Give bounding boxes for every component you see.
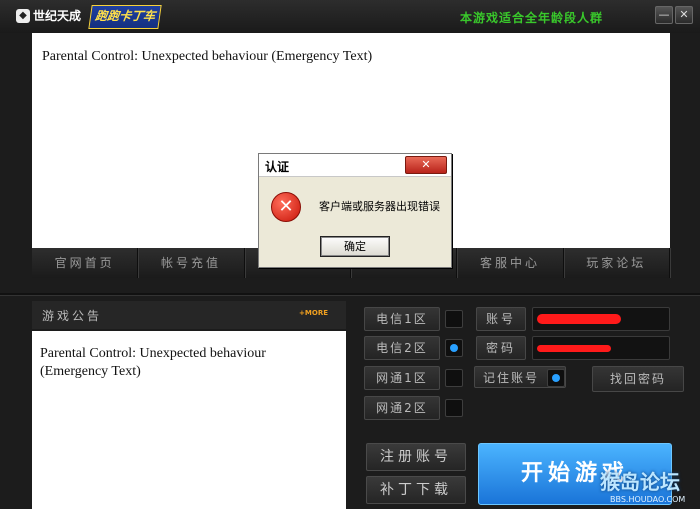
tiancity-logo-icon: ◆ — [16, 8, 30, 23]
nav-home[interactable]: 官网首页 — [32, 248, 139, 278]
brand-name: 世纪天成 — [33, 9, 82, 23]
more-link[interactable]: +MORE — [299, 309, 328, 317]
notice-title: 游戏公告 — [42, 309, 103, 323]
account-redaction — [537, 314, 621, 324]
patch-download-button[interactable]: 补丁下载 — [366, 476, 466, 504]
server-netcom-1-radio[interactable] — [445, 369, 463, 387]
close-button[interactable]: ✕ — [675, 6, 693, 24]
account-input[interactable] — [532, 307, 670, 331]
account-label: 账号 — [476, 307, 526, 331]
age-notice: 本游戏适合全年龄段人群 — [460, 11, 604, 25]
dialog-close-button[interactable]: ✕ — [405, 156, 447, 174]
password-label: 密码 — [476, 336, 526, 360]
password-redaction — [537, 345, 611, 352]
nav-recharge[interactable]: 帐号充值 — [138, 248, 245, 278]
notice-message: Parental Control: Unexpected behaviour (… — [40, 346, 266, 379]
server-netcom-1[interactable]: 网通1区 — [364, 366, 440, 390]
title-bar: ◆ 世纪天成 跑跑卡丁车 本游戏适合全年龄段人群 — ✕ — [0, 0, 700, 33]
section-divider — [0, 293, 700, 295]
server-telecom-1[interactable]: 电信1区 — [364, 307, 440, 331]
server-telecom-2[interactable]: 电信2区 — [364, 336, 440, 360]
forum-watermark-url: BBS.HOUDAO.COM — [610, 495, 686, 504]
launcher-window: ◆ 世纪天成 跑跑卡丁车 本游戏适合全年龄段人群 — ✕ Parental Co… — [0, 0, 700, 509]
server-netcom-2[interactable]: 网通2区 — [364, 396, 440, 420]
password-input[interactable] — [532, 336, 670, 360]
nav-support[interactable]: 客服中心 — [457, 248, 564, 278]
auth-error-dialog: 认证 ✕ ✕ 客户端或服务器出现错误 确定 — [258, 153, 452, 268]
server-netcom-2-radio[interactable] — [445, 399, 463, 417]
server-telecom-1-radio[interactable] — [445, 310, 463, 328]
error-icon: ✕ — [271, 192, 301, 222]
nav-forum[interactable]: 玩家论坛 — [564, 248, 670, 278]
register-button[interactable]: 注册账号 — [366, 443, 466, 471]
minimize-button[interactable]: — — [655, 6, 673, 24]
news-message: Parental Control: Unexpected behaviour (… — [42, 49, 373, 64]
remember-account-label: 记住账号 — [483, 371, 540, 385]
notice-header: 游戏公告 +MORE — [32, 301, 346, 329]
forum-watermark: 猴岛论坛 — [600, 470, 680, 494]
find-password-button[interactable]: 找回密码 — [592, 366, 684, 392]
brand-logo: ◆ 世纪天成 — [16, 7, 81, 24]
remember-account-toggle[interactable] — [547, 369, 565, 387]
server-telecom-2-radio[interactable] — [445, 339, 463, 357]
dialog-title-bar: 认证 ✕ — [259, 154, 451, 177]
notice-panel: Parental Control: Unexpected behaviour (… — [32, 331, 346, 509]
dialog-title: 认证 — [265, 160, 290, 174]
dialog-ok-button[interactable]: 确定 — [320, 236, 390, 257]
dialog-message: 客户端或服务器出现错误 — [319, 200, 440, 213]
game-logo: 跑跑卡丁车 — [88, 5, 162, 29]
